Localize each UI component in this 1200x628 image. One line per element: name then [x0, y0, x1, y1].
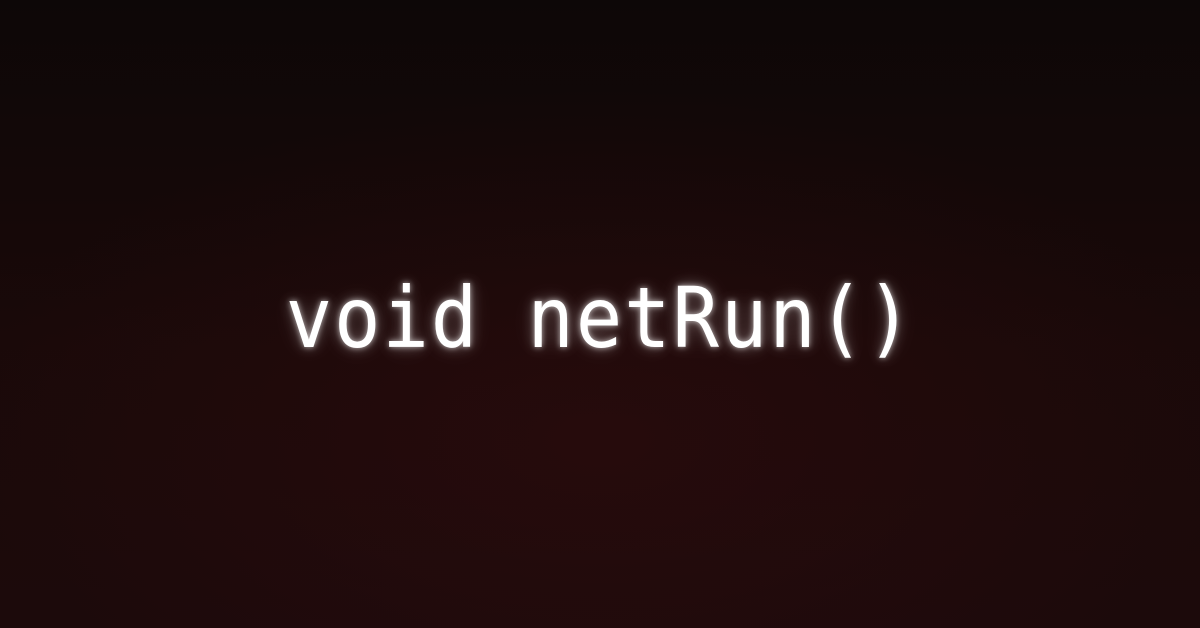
page-title: void netRun()	[285, 269, 915, 367]
banner: void netRun()	[0, 0, 1200, 628]
